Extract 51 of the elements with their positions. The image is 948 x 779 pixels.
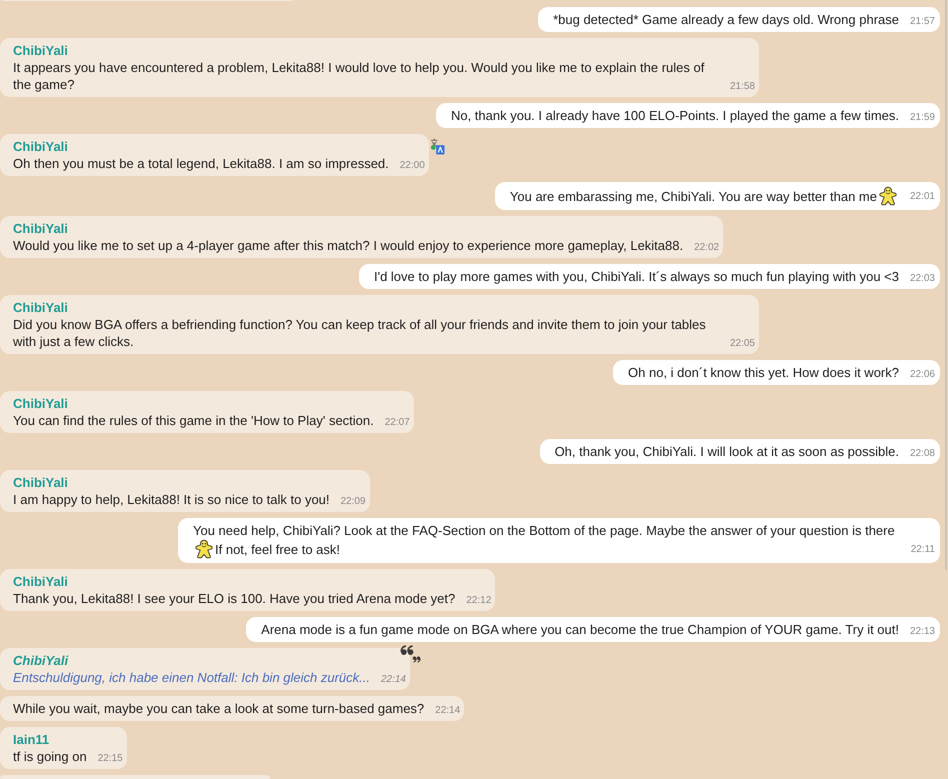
message-time: 22:13 <box>910 624 935 639</box>
message-time: 21:57 <box>910 14 935 29</box>
message-time: 22:03 <box>910 272 935 286</box>
message-time: 22:12 <box>466 594 492 608</box>
message-time: 22:11 <box>910 542 935 557</box>
message-time: 21:59 <box>910 110 935 125</box>
author-name[interactable]: ChibiYali <box>13 652 68 669</box>
message-text: *bug detected* Game already a few days old. Wrong phrase <box>553 12 899 27</box>
message-text: You need help, ChibiYali? Look at the FAQ-Section on the Bottom of the page. Maybe the answer of your question is there <box>193 522 895 538</box>
message-text: Entschuldigung, ich habe einen Notfall: Ich bin gleich zurück... <box>13 670 370 685</box>
message-time: 22:02 <box>694 240 720 255</box>
message-text: Oh then you must be a total legend, Lekita88. I am so impressed. <box>13 156 389 171</box>
message-text: Thank you, Lekita88! I see your ELO is 100. Have you tried Arena mode yet? <box>13 590 456 606</box>
message-time: 22:05 <box>730 336 755 351</box>
author-name[interactable]: ChibiYali <box>13 394 68 412</box>
message-text: Oh, thank you, ChibiYali. I will look at it as soon as possible. <box>554 444 899 459</box>
author-name[interactable]: ChibiYali <box>13 42 68 59</box>
message-text: Arena mode is a fun game mode on BGA where you can become the true Champion of YOUR game. Try it out! <box>261 622 899 637</box>
message-text: You are embarassing me, ChibiYali. You are way better than me <box>510 188 877 204</box>
message-text: It appears you have encountered a problem, Lekita88! I would love to help you. Would you like me to explain the rules of the game? <box>13 60 704 92</box>
message-text: While you wait, maybe you can take a look at some turn-based games? <box>13 700 424 716</box>
message-text: Oh no, i don´t know this yet. How does it work? <box>628 364 899 380</box>
message-text: No, thank you. I already have 100 ELO-Points. I played the game a few times. <box>450 108 899 123</box>
message-text: If not, feel free to ask! <box>215 542 340 557</box>
author-name[interactable]: Iain11 <box>13 730 50 748</box>
translate-icon[interactable] <box>430 138 445 155</box>
message-time: 22:06 <box>910 368 935 382</box>
message-text: I am happy to help, Lekita88! It is so nice to talk to you! <box>13 492 330 507</box>
author-name[interactable]: ChibiYali <box>13 474 68 491</box>
author-name[interactable]: ChibiYali <box>13 298 68 316</box>
author-name[interactable]: ChibiYali <box>13 572 68 590</box>
message-text: Did you know BGA offers a befriending function? You can keep track of all your friends and invite them to join your tables with just a few clicks. <box>13 316 706 349</box>
message-time: 22:01 <box>910 190 935 204</box>
message-time: 22:07 <box>384 416 410 430</box>
author-name[interactable]: ChibiYali <box>13 138 68 155</box>
message-time: 22:00 <box>400 158 425 173</box>
scrollbar-thumb[interactable] <box>945 0 947 570</box>
message-time: 22:08 <box>910 446 935 461</box>
message-text: You can find the rules of this game in the 'How to Play' section. <box>13 412 374 428</box>
smiling-meeple-icon <box>194 538 214 559</box>
message-time: 22:15 <box>98 752 123 766</box>
message-text: I'd love to play more games with you, ChibiYali. It´s always so much fun playing with you <3 <box>374 268 899 284</box>
author-name[interactable]: ChibiYali <box>13 220 68 237</box>
message-time: 21:58 <box>730 80 755 94</box>
quote-icon <box>400 644 421 663</box>
message-text: Would you like me to set up a 4-player game after this match? I would enjoy to experience more gameplay, Lekita88. <box>13 238 684 253</box>
message-time: 22:14 <box>380 672 406 687</box>
smiling-meeple-icon <box>878 186 898 206</box>
message-time: 22:09 <box>340 494 366 509</box>
message-time: 22:14 <box>435 704 460 718</box>
message-text: tf is going on <box>13 748 87 764</box>
